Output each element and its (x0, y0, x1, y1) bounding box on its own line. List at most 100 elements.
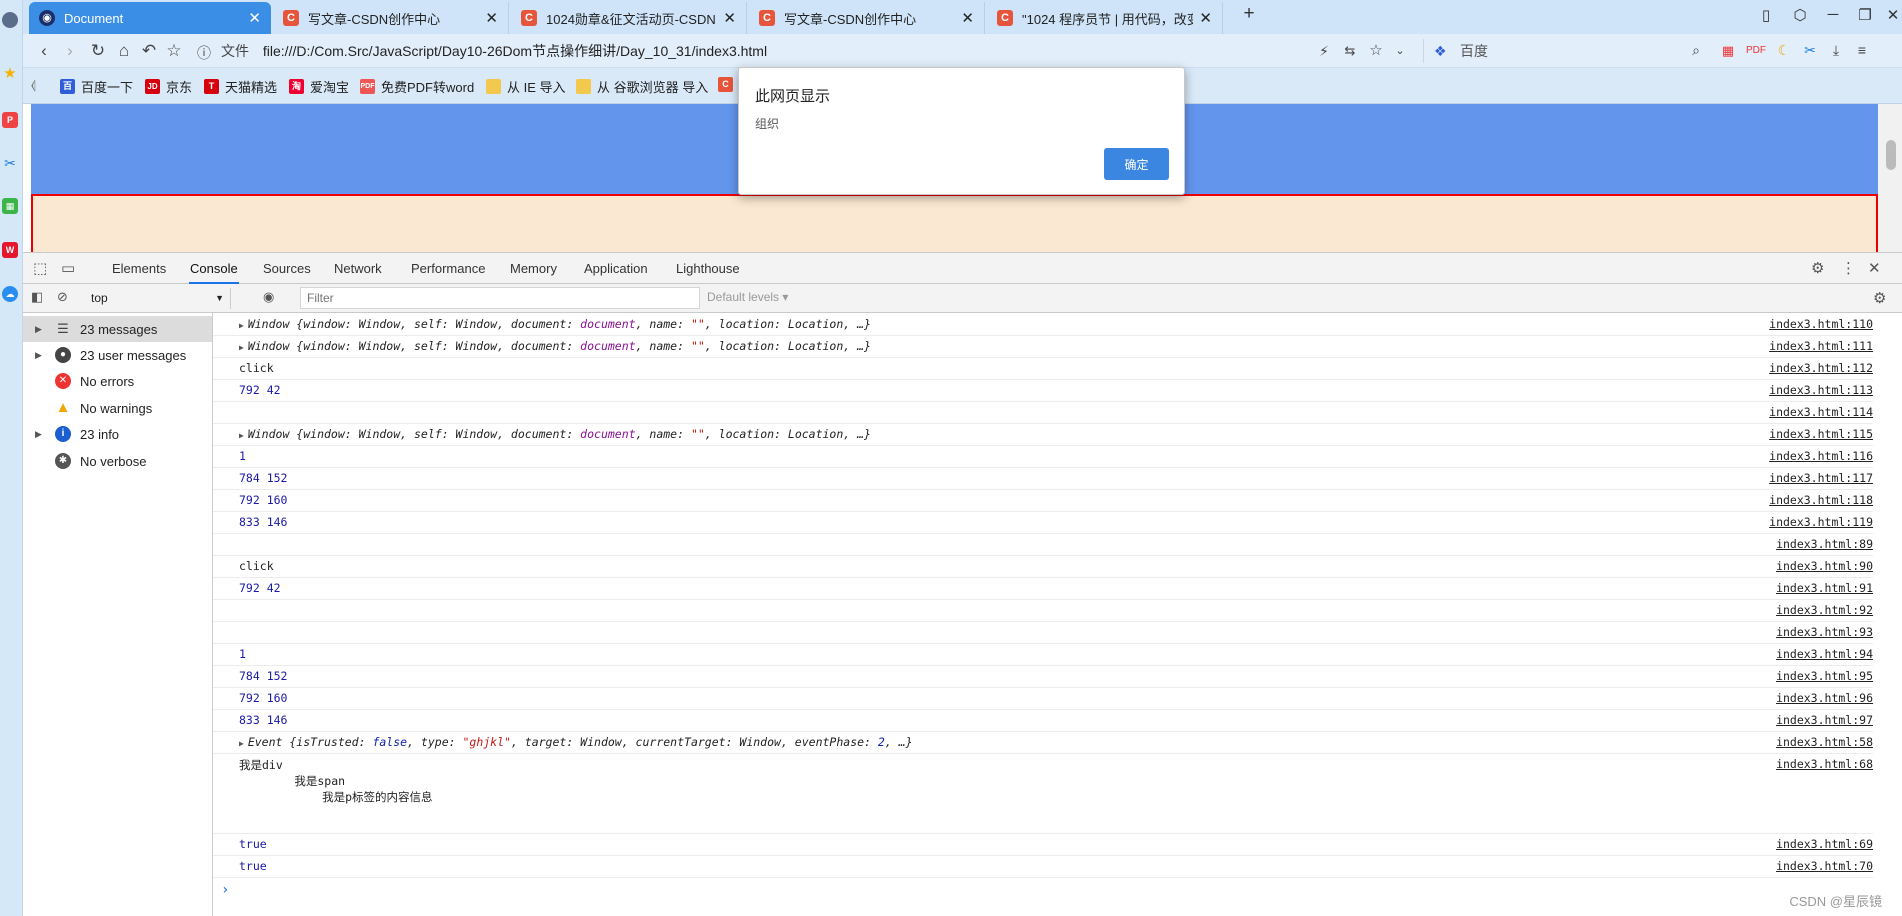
url-field[interactable]: 文件 file:///D:/Com.Src/JavaScript/Day10-2… (221, 39, 1341, 63)
source-link[interactable]: index3.html:89 (1776, 537, 1873, 551)
close-icon[interactable]: ✕ (248, 9, 261, 27)
translate-icon[interactable]: ⇆ (1339, 43, 1361, 59)
more-icon[interactable]: ⋮ (1841, 259, 1856, 277)
undo-icon[interactable]: ↶ (138, 41, 160, 61)
gear-icon[interactable]: ⚙ (1811, 259, 1824, 277)
expand-arrow-icon[interactable]: ▶ (35, 350, 47, 361)
sidebar-item-warnings[interactable]: ▲ No warnings (23, 395, 212, 421)
cloud-icon[interactable]: ☁ (2, 286, 18, 302)
skin-icon[interactable]: ⬡ (1788, 6, 1812, 24)
source-link[interactable]: index3.html:112 (1769, 361, 1873, 375)
source-link[interactable]: index3.html:94 (1776, 647, 1873, 661)
console-message[interactable]: ▶ Window {window: Window, self: Window, d… (239, 427, 871, 441)
bookmark-star-icon[interactable]: ☆ (163, 41, 185, 61)
source-link[interactable]: index3.html:115 (1769, 427, 1873, 441)
tab-application[interactable]: Application (583, 253, 649, 284)
source-link[interactable]: index3.html:117 (1769, 471, 1873, 485)
reload-icon[interactable]: ↻ (87, 41, 109, 61)
bookmark-baidu[interactable]: 百百度一下 (60, 77, 133, 96)
page-scrollbar[interactable] (1878, 104, 1902, 252)
forward-icon[interactable]: › (59, 41, 81, 61)
console-message[interactable]: ▶ Window {window: Window, self: Window, d… (239, 339, 871, 353)
ok-button[interactable]: 确定 (1104, 148, 1169, 180)
chevron-down-icon[interactable]: ⌄ (1389, 44, 1411, 57)
moon-icon[interactable]: ☾ (1773, 42, 1795, 59)
expand-triangle-icon[interactable]: ▶ (239, 739, 244, 748)
tab-console[interactable]: Console (189, 253, 239, 284)
lightning-icon[interactable]: ⚡ (1313, 43, 1335, 60)
close-icon[interactable]: ✕ (485, 9, 498, 27)
sidebar-item-verbose[interactable]: ✱ No verbose (23, 448, 212, 474)
expand-triangle-icon[interactable]: ▶ (239, 343, 244, 352)
home-icon[interactable]: ⌂ (113, 41, 135, 61)
source-link[interactable]: index3.html:97 (1776, 713, 1873, 727)
source-link[interactable]: index3.html:93 (1776, 625, 1873, 639)
sidebar-item-messages[interactable]: ▶ ☰ 23 messages (23, 316, 212, 342)
pdf-ext-icon[interactable]: PDF (1745, 45, 1767, 56)
source-link[interactable]: index3.html:95 (1776, 669, 1873, 683)
scissors-icon[interactable]: ✂ (2, 155, 18, 171)
tab-memory[interactable]: Memory (509, 253, 558, 284)
scrollbar-thumb[interactable] (1886, 140, 1896, 170)
close-icon[interactable]: ✕ (723, 9, 736, 27)
favorite-icon[interactable]: ☆ (1365, 41, 1387, 59)
tab-elements[interactable]: Elements (111, 253, 167, 284)
apps-icon[interactable]: ▦ (1717, 43, 1739, 59)
console-message[interactable]: ▶ Event {isTrusted: false, type: "ghjkl",… (239, 735, 913, 749)
avatar-icon[interactable] (2, 12, 18, 28)
window-close-icon[interactable]: ✕ (1881, 6, 1902, 24)
device-toolbar-icon[interactable]: ▭ (61, 259, 75, 277)
new-tab-icon[interactable]: + (1237, 3, 1261, 25)
context-selector[interactable]: top ▼ (85, 288, 231, 309)
bookmark-ie-import[interactable]: 从 IE 导入 (486, 77, 566, 96)
clear-console-icon[interactable]: ⊘ (57, 289, 68, 305)
maximize-icon[interactable]: ❐ (1853, 6, 1877, 24)
tab-csdn-1024[interactable]: C 1024勋章&征文活动页-CSDN ✕ (511, 2, 747, 34)
sidebar-item-errors[interactable]: ✕ No errors (23, 368, 212, 394)
tab-lighthouse[interactable]: Lighthouse (675, 253, 741, 284)
bookmark-chrome-import[interactable]: 从 谷歌浏览器 导入 (576, 77, 708, 96)
source-link[interactable]: index3.html:119 (1769, 515, 1873, 529)
bordered-div[interactable] (31, 194, 1878, 252)
source-link[interactable]: index3.html:111 (1769, 339, 1873, 353)
bookmark-csdn[interactable]: C (718, 77, 739, 92)
source-link[interactable]: index3.html:91 (1776, 581, 1873, 595)
grid-icon[interactable]: ▦ (2, 198, 18, 214)
source-link[interactable]: index3.html:92 (1776, 603, 1873, 617)
search-engine-box[interactable]: ❖ 百度 (1423, 39, 1723, 63)
close-devtools-icon[interactable]: ✕ (1868, 259, 1881, 277)
inspect-icon[interactable]: ⬚ (33, 259, 47, 277)
sidebar-item-info[interactable]: ▶ i 23 info (23, 421, 212, 447)
console-prompt-icon[interactable]: › (221, 882, 229, 898)
tab-sources[interactable]: Sources (262, 253, 312, 284)
search-icon[interactable]: ⌕ (1685, 42, 1707, 59)
close-icon[interactable]: ✕ (961, 9, 974, 27)
bookmark-jd[interactable]: JD 京东 (145, 77, 192, 96)
pdf-icon[interactable]: P (2, 112, 18, 128)
source-link[interactable]: index3.html:70 (1776, 859, 1873, 873)
bookmark-pdf[interactable]: PDF 免费PDF转word (360, 77, 474, 96)
tab-list-icon[interactable]: ▯ (1754, 6, 1778, 24)
filter-input[interactable] (300, 287, 700, 309)
source-link[interactable]: index3.html:113 (1769, 383, 1873, 397)
source-link[interactable]: index3.html:96 (1776, 691, 1873, 705)
star-icon[interactable]: ★ (2, 66, 18, 82)
source-link[interactable]: index3.html:58 (1776, 735, 1873, 749)
eye-icon[interactable]: ◉ (263, 289, 274, 305)
weibo-icon[interactable]: W (2, 242, 18, 258)
tab-performance[interactable]: Performance (410, 253, 486, 284)
log-levels-dropdown[interactable]: Default levels ▾ (707, 290, 788, 304)
expand-arrow-icon[interactable]: ▶ (35, 324, 47, 335)
expand-arrow-icon[interactable]: ▶ (35, 429, 47, 440)
console-message[interactable]: ▶ Window {window: Window, self: Window, d… (239, 317, 871, 331)
tab-1024-festival[interactable]: C "1024 程序员节 | 用代码，改变世 ✕ (987, 2, 1223, 34)
close-icon[interactable]: ✕ (1199, 9, 1212, 27)
tab-csdn-write-1[interactable]: C 写文章-CSDN创作中心 ✕ (273, 2, 509, 34)
console-settings-icon[interactable]: ⚙ (1873, 289, 1886, 307)
source-link[interactable]: index3.html:90 (1776, 559, 1873, 573)
download-icon[interactable]: ⤓ (1825, 42, 1847, 59)
info-icon[interactable]: ⓘ (193, 43, 215, 63)
scissors-tool-icon[interactable]: ✂ (1799, 42, 1821, 59)
source-link[interactable]: index3.html:118 (1769, 493, 1873, 507)
source-link[interactable]: index3.html:116 (1769, 449, 1873, 463)
